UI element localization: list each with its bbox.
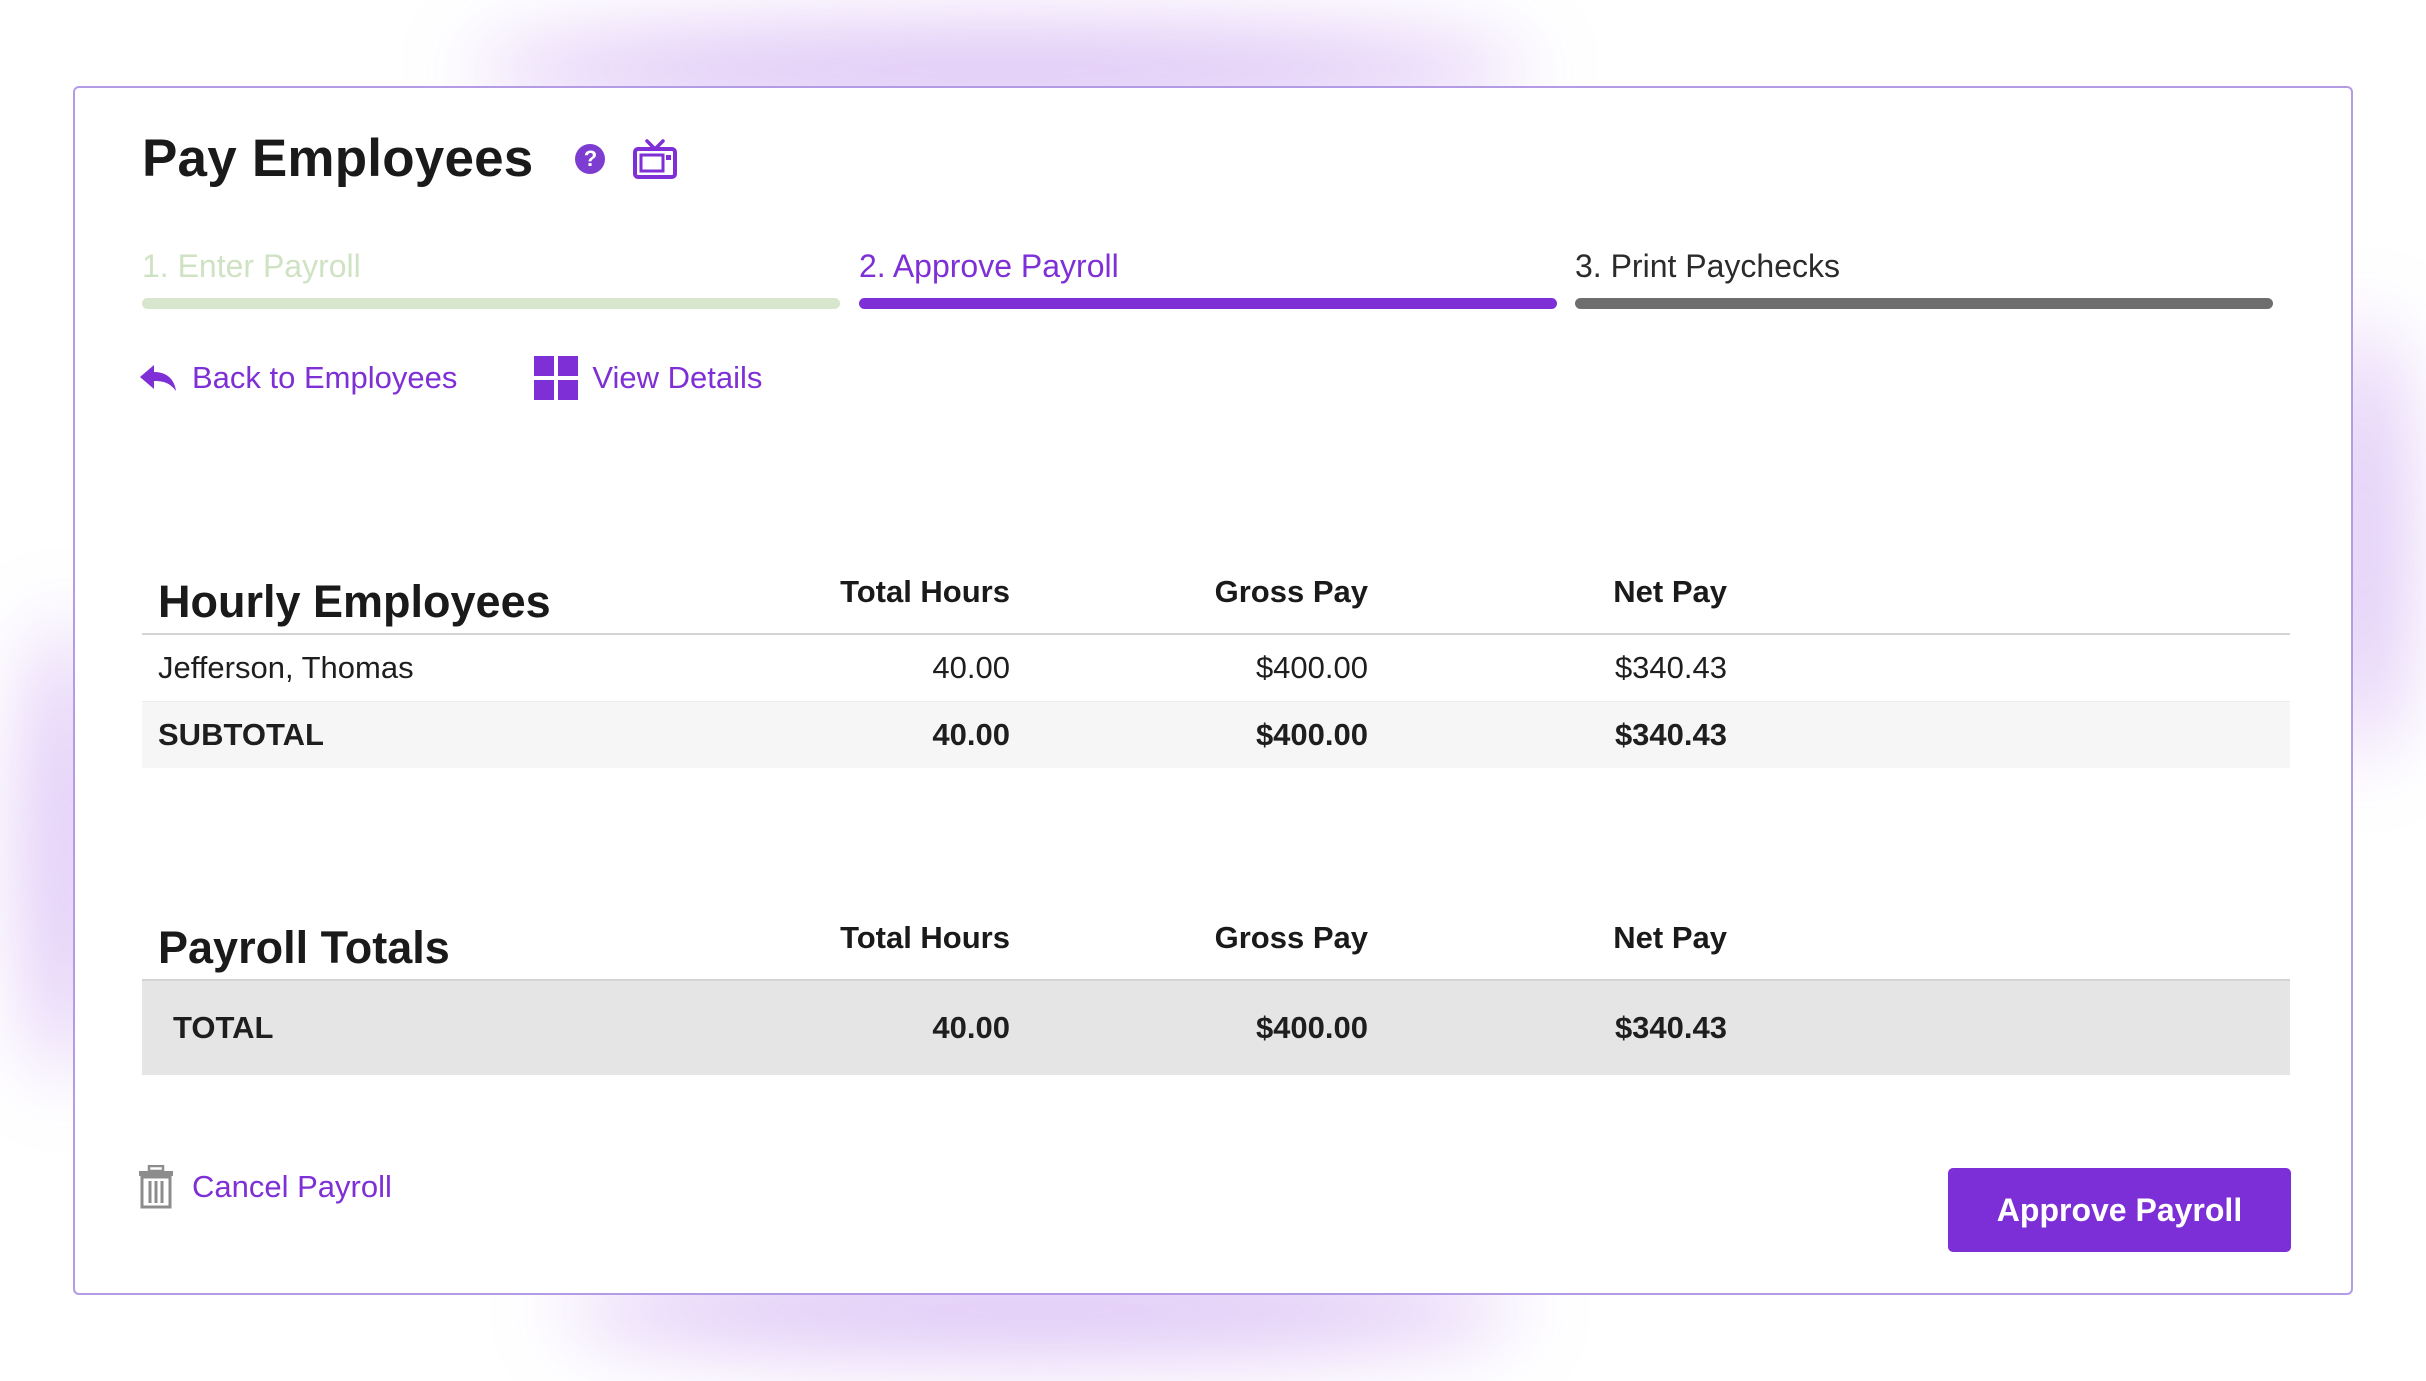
step-enter-payroll[interactable]: 1. Enter Payroll — [142, 243, 840, 309]
step-progress-bar — [1575, 298, 2273, 309]
column-header-total-hours: Total Hours — [840, 574, 1010, 609]
step-approve-payroll[interactable]: 2. Approve Payroll — [859, 243, 1557, 309]
step-label: 1. Enter Payroll — [142, 248, 361, 284]
step-label: 2. Approve Payroll — [859, 248, 1119, 284]
page-header: Pay Employees ? — [142, 128, 678, 189]
table-header: Payroll Totals Total Hours Gross Pay Net… — [142, 894, 2290, 981]
column-header-total-hours: Total Hours — [840, 920, 1010, 955]
column-header-net-pay: Net Pay — [1613, 574, 1727, 609]
subtotal-row: SUBTOTAL 40.00 $400.00 $340.43 — [142, 702, 2290, 768]
total-hours: 40.00 — [932, 1010, 1010, 1045]
subtotal-gross-pay: $400.00 — [1255, 717, 1368, 752]
cancel-payroll-link[interactable]: Cancel Payroll — [138, 1165, 392, 1209]
view-details-link[interactable]: View Details — [534, 356, 762, 400]
payroll-totals-table: Payroll Totals Total Hours Gross Pay Net… — [142, 894, 2290, 1075]
subtotal-net-pay: $340.43 — [1614, 717, 1727, 752]
reply-arrow-icon — [140, 365, 176, 391]
table-row: Jefferson, Thomas 40.00 $400.00 $340.43 — [142, 635, 2290, 702]
table-header: Hourly Employees Total Hours Gross Pay N… — [142, 548, 2290, 635]
employee-name: Jefferson, Thomas — [158, 650, 414, 685]
action-links: Back to Employees View Details — [138, 356, 762, 400]
total-label: TOTAL — [173, 1010, 274, 1045]
column-header-net-pay: Net Pay — [1613, 920, 1727, 955]
net-pay-value: $340.43 — [1614, 650, 1727, 685]
total-net-pay: $340.43 — [1614, 1010, 1727, 1045]
total-row: TOTAL 40.00 $400.00 $340.43 — [142, 981, 2290, 1075]
approve-payroll-button[interactable]: Approve Payroll — [1948, 1168, 2291, 1252]
cancel-payroll-label: Cancel Payroll — [192, 1169, 392, 1204]
subtotal-hours: 40.00 — [932, 717, 1010, 752]
grid-icon — [534, 356, 579, 400]
page-title: Pay Employees — [142, 129, 534, 188]
table-title: Hourly Employees — [158, 576, 551, 627]
pay-employees-card: Pay Employees ? 1. Enter Payroll 2. Appr… — [73, 86, 2353, 1295]
total-hours-value: 40.00 — [932, 650, 1010, 685]
step-label: 3. Print Paychecks — [1575, 248, 1840, 284]
question-circle-icon[interactable]: ? — [575, 143, 606, 174]
tv-icon[interactable] — [633, 138, 678, 179]
column-header-gross-pay: Gross Pay — [1214, 574, 1368, 609]
table-title: Payroll Totals — [158, 922, 450, 973]
total-gross-pay: $400.00 — [1255, 1010, 1368, 1045]
back-to-employees-label: Back to Employees — [192, 360, 458, 395]
gross-pay-value: $400.00 — [1255, 650, 1368, 685]
step-print-paychecks[interactable]: 3. Print Paychecks — [1575, 243, 2273, 309]
column-header-gross-pay: Gross Pay — [1214, 920, 1368, 955]
trash-icon — [139, 1165, 173, 1209]
hourly-employees-table: Hourly Employees Total Hours Gross Pay N… — [142, 548, 2290, 768]
view-details-label: View Details — [592, 360, 763, 395]
step-progress-bar — [142, 298, 840, 309]
subtotal-label: SUBTOTAL — [158, 717, 324, 752]
step-progress-bar — [859, 298, 1557, 309]
back-to-employees-link[interactable]: Back to Employees — [138, 360, 457, 396]
